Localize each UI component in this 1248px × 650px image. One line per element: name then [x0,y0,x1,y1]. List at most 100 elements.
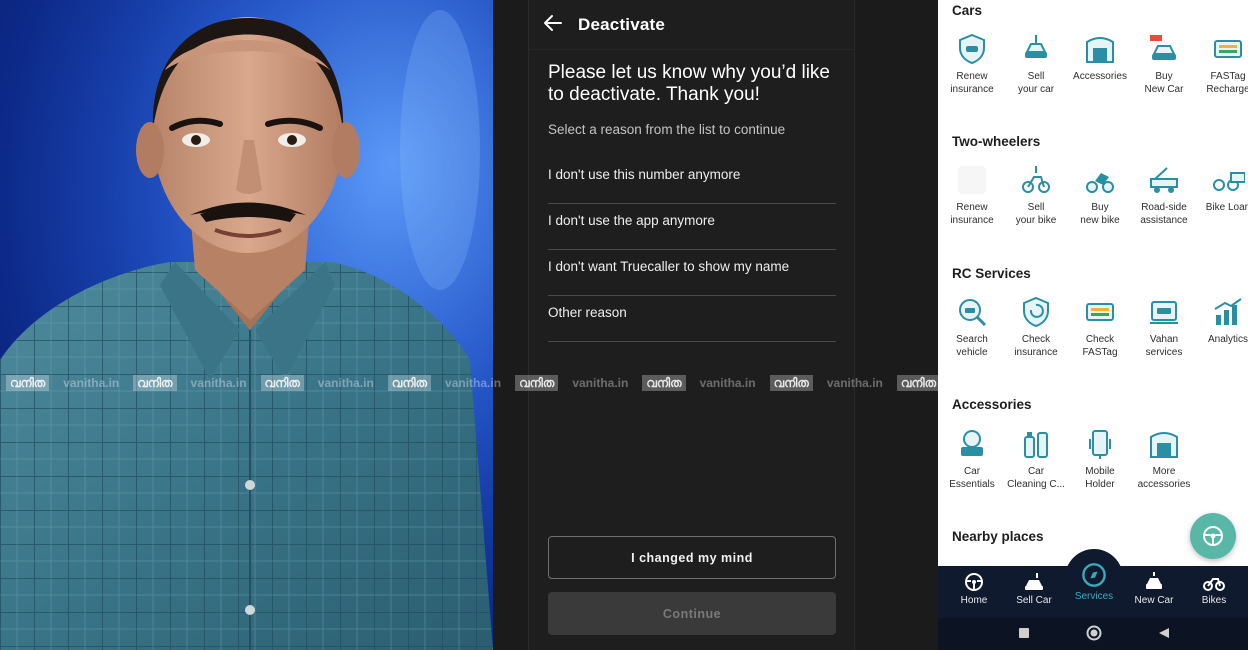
reason-option-other[interactable]: Other reason [548,296,836,342]
tile-car-essentials[interactable]: Car Essentials [940,427,1004,491]
nav-services[interactable]: Services [1064,563,1124,618]
tile-fastag-recharge[interactable]: FASTag Recharge [1196,32,1248,96]
tile-label: Search vehicle [956,334,988,358]
sell-car-icon [1025,573,1043,590]
bike-icon [1203,578,1225,591]
section-title-nearby-places: Nearby places [952,529,1044,544]
tile-label: Accessories [1073,71,1127,82]
fastag-card-icon [1214,40,1242,58]
new-bike-icon [1086,173,1114,193]
new-car-icon [1146,572,1162,589]
tile-label: Vahan services [1145,334,1183,358]
tile-analytics[interactable]: Analytics [1196,295,1248,346]
bike-loan-icon [1213,172,1245,191]
support-fab[interactable] [1190,513,1236,559]
tile-label: Check FASTag [1082,334,1118,358]
section-title-accessories: Accessories [952,397,1032,412]
tile-label: Buy new bike [1080,202,1120,226]
section-title-cars: Cars [952,3,983,18]
tile-label: Car Cleaning C... [1007,466,1065,490]
tile-sell-your-bike[interactable]: Sell your bike [1004,163,1068,227]
tile-bike-loan[interactable]: Bike Loan [1196,163,1248,214]
fastag-card-icon [1086,303,1114,321]
changed-mind-button[interactable]: I changed my mind [548,536,836,579]
blank-icon [958,166,986,194]
nav-label: Services [1074,591,1114,602]
back-arrow-icon[interactable] [543,12,563,34]
tile-label: Sell your car [1017,71,1055,95]
tile-mobile-holder[interactable]: Mobile Holder [1068,427,1132,491]
nav-label: Home [960,595,988,606]
continue-button[interactable]: Continue [548,592,836,635]
tile-label: Mobile Holder [1085,466,1115,490]
nav-bikes[interactable]: Bikes [1184,566,1244,618]
tile-label: Buy New Car [1144,71,1184,95]
steering-wheel-icon [965,573,983,591]
tile-label: Bike Loan [1205,202,1248,213]
carinfo-services-screen: Cars Renew insurance Sell your car Acces… [938,0,1248,650]
portrait-photo [0,0,493,650]
deactivate-prompt: Please let us know why you’d like to dea… [548,62,830,105]
carinfo-store-icon [1150,432,1178,458]
app-bar: Deactivate [529,0,854,50]
recents-square-icon[interactable] [1018,627,1030,639]
tile-renew-bike-insurance[interactable]: Renew insurance [940,163,1004,227]
shield-car-icon [959,33,985,65]
tile-label: Check insurance [1014,334,1058,358]
analytics-icon [1214,298,1242,325]
tile-buy-new-car[interactable]: Buy New Car [1132,32,1196,96]
tile-label: Car Essentials [949,466,995,490]
man-portrait-illustration [0,0,493,650]
tow-truck-icon [1150,167,1178,193]
tile-check-insurance[interactable]: Check insurance [1004,295,1068,359]
sell-car-icon [1025,35,1047,58]
tile-accessories[interactable]: Accessories [1068,32,1132,83]
section-title-two-wheelers: Two-wheelers [952,134,1041,149]
back-triangle-icon[interactable] [1158,627,1170,639]
nav-label: New Car [1134,595,1174,606]
tile-sell-your-car[interactable]: Sell your car [1004,32,1068,96]
nav-label: Bikes [1201,595,1227,606]
tile-label: Analytics [1207,334,1248,345]
panel-divider [855,0,938,650]
tile-buy-new-bike[interactable]: Buy new bike [1068,163,1132,227]
nav-home[interactable]: Home [944,566,1004,618]
deactivate-screen: Deactivate Please let us know why you’d … [528,0,855,650]
reason-option-app[interactable]: I don't use the app anymore [548,204,836,250]
section-title-rc-services: RC Services [952,266,1031,281]
tile-more-accessories[interactable]: More accessories [1132,427,1196,491]
tile-check-fastag[interactable]: Check FASTag [1068,295,1132,359]
nav-label: Sell Car [1016,595,1052,606]
tile-label: FASTag Recharge [1206,71,1248,95]
bottom-navigation: Home Sell Car Services New Car Bikes [938,563,1248,618]
sell-bike-icon [1022,166,1050,193]
tile-label: Sell your bike [1015,202,1057,226]
compass-icon [1082,563,1106,587]
tile-road-side-assistance[interactable]: Road-side assistance [1132,163,1196,227]
mobile-holder-icon [1089,430,1111,459]
home-circle-icon[interactable] [1086,625,1102,641]
reason-option-name[interactable]: I don't want Truecaller to show my name [548,250,836,296]
check-insurance-icon [1023,296,1049,328]
page-title: Deactivate [578,15,666,34]
tile-label: Renew insurance [950,71,994,95]
tile-search-vehicle[interactable]: Search vehicle [940,295,1004,359]
tile-label: Road-side assistance [1140,202,1188,226]
new-car-icon [1150,35,1176,60]
cleaning-icon [1024,432,1048,458]
tile-renew-car-insurance[interactable]: Renew insurance [940,32,1004,96]
system-navigation-bar [938,618,1248,650]
nav-new-car[interactable]: New Car [1124,566,1184,618]
tile-car-cleaning[interactable]: Car Cleaning C... [1004,427,1068,491]
carinfo-store-icon [1086,37,1114,63]
tile-label: Renew insurance [950,202,994,226]
steering-wheel-icon [1203,526,1223,546]
panel-divider [493,0,528,650]
reason-option-number[interactable]: I don't use this number anymore [548,158,836,204]
vahan-icon [1150,301,1178,324]
tile-vahan-services[interactable]: Vahan services [1132,295,1196,359]
nav-sell-car[interactable]: Sell Car [1004,566,1064,618]
search-vehicle-icon [959,299,987,327]
tile-label: More accessories [1137,466,1191,490]
car-essentials-icon [961,430,983,456]
